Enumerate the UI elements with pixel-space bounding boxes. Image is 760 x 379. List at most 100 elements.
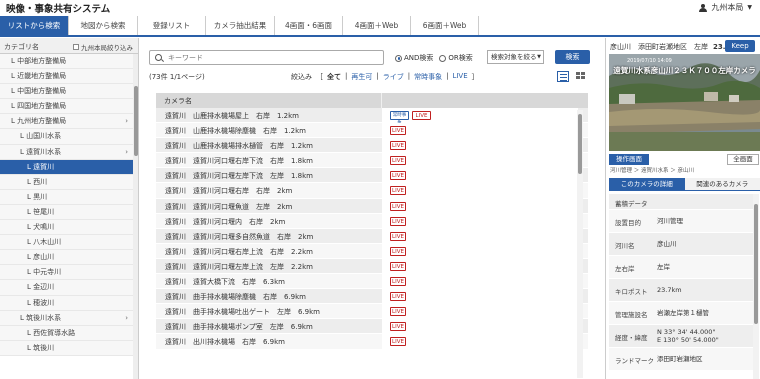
user-menu[interactable]: 九州本局 ▼ — [699, 2, 752, 13]
table-row[interactable]: 遠賀川 山鹿排水機場除塵機 右岸 1.2km LIVE — [156, 123, 588, 139]
camera-name[interactable]: 遠賀川 山鹿排水機場排水樋管 右岸 1.2km — [165, 141, 313, 151]
camera-name[interactable]: 遠賀川 遠賀川河口堰右岸 右岸 2km — [165, 186, 292, 196]
keyword-search-box[interactable] — [149, 50, 384, 65]
sidebar-item[interactable]: L 遠賀川 — [0, 159, 138, 175]
sidebar-item[interactable]: L 西川 — [0, 174, 138, 190]
sidebar-item[interactable]: L 八木山川 — [0, 235, 138, 251]
live-badge[interactable]: LIVE — [390, 322, 406, 332]
sidebar-item[interactable]: L 遠賀川水系 › — [0, 144, 138, 160]
camera-video[interactable]: 2019/07/10 14:09 遠賀川水系彦山川２３Ｋ７００左岸カメラ — [609, 54, 760, 151]
camera-name[interactable]: 遠賀川 曲手排水機場除塵機 右岸 6.9km — [165, 292, 306, 302]
table-row[interactable]: 遠賀川 遠賀川河口堰左岸上流 左岸 2.2km LIVE — [156, 258, 588, 275]
sidebar-item[interactable]: L 西佐賀導水路 — [0, 325, 138, 341]
kyushu-filter-checkbox[interactable]: 九州本局絞り込み — [73, 42, 133, 52]
table-row[interactable]: 遠賀川 遠賀川河口堰右岸下流 右岸 1.8km LIVE — [156, 153, 588, 169]
camera-name[interactable]: 遠賀川 山鹿排水機場屋上 右岸 1.2km — [165, 111, 299, 121]
tab-registered-list[interactable]: 登録リスト — [138, 16, 206, 35]
live-badge[interactable]: LIVE — [390, 186, 406, 196]
sidebar-item[interactable]: L 金辺川 — [0, 280, 138, 296]
sidebar-item[interactable]: L 中元寺川 — [0, 265, 138, 281]
sidebar-item[interactable]: L 四国地方整備局 — [0, 99, 138, 115]
live-badge[interactable]: LIVE — [390, 171, 406, 181]
live-badge[interactable]: LIVE — [390, 246, 406, 256]
grid-view-icon[interactable] — [575, 71, 587, 82]
chevron-right-icon[interactable]: › — [125, 145, 128, 160]
table-row[interactable]: 遠賀川 山鹿排水機場屋上 右岸 1.2km 常時事象LIVE — [156, 108, 588, 126]
keyword-input[interactable] — [168, 52, 378, 63]
camera-name[interactable]: 遠賀川 曲手排水機場吐出ゲート 左岸 6.9km — [165, 307, 320, 317]
checkbox-box[interactable] — [73, 44, 79, 50]
table-row[interactable]: 遠賀川 遠賀川河口堰左岸下流 左岸 1.8km LIVE — [156, 168, 588, 184]
live-badge[interactable]: LIVE — [390, 156, 406, 166]
camera-name[interactable]: 遠賀川 遠賀川河口堰魚道 左岸 2km — [165, 202, 292, 212]
live-badge[interactable]: LIVE — [390, 277, 406, 287]
keep-button[interactable]: Keep — [725, 40, 755, 52]
sidebar-item[interactable]: L 九州地方整備局 › — [0, 114, 138, 130]
table-row[interactable]: 遠賀川 遠賀川河口堰右岸 右岸 2km LIVE — [156, 183, 588, 199]
sidebar-item[interactable]: L 中国地方整備局 — [0, 84, 138, 100]
live-badge[interactable]: LIVE — [390, 141, 406, 151]
sidebar-item[interactable]: L 笹尾川 — [0, 204, 138, 221]
list-view-icon[interactable] — [557, 71, 569, 82]
live-badge[interactable]: LIVE — [412, 111, 431, 120]
camera-name[interactable]: 遠賀川 遠賀川河口堰内 右岸 2km — [165, 217, 285, 227]
sidebar-item[interactable]: L 穂波川 — [0, 295, 138, 311]
camera-name[interactable]: 遠賀川 遠賀川河口堰左岸下流 左岸 1.8km — [165, 171, 313, 181]
camera-name[interactable]: 遠賀川 遠賀川河口堰右岸上流 右岸 2.2km — [165, 247, 313, 257]
table-row[interactable]: 遠賀川 遠賀川河口堰多自然魚道 右岸 2km LIVE — [156, 228, 588, 244]
table-row[interactable]: 遠賀川 遠賀川河口堰魚道 左岸 2km LIVE — [156, 198, 588, 214]
camera-name[interactable]: 遠賀川 遠賀大橋下流 右岸 6.3km — [165, 277, 285, 287]
tab-camera-details[interactable]: このカメラの詳細 — [609, 178, 685, 190]
sidebar-item[interactable]: L 犬鳴川 — [0, 220, 138, 236]
camera-name[interactable]: 遠賀川 遠賀川河口堰右岸下流 右岸 1.8km — [165, 156, 313, 166]
tab-camera-results[interactable]: カメラ抽出結果 — [206, 16, 275, 35]
table-row[interactable]: 遠賀川 遠賀川河口堰右岸上流 右岸 2.2km LIVE — [156, 243, 588, 259]
camera-name[interactable]: 遠賀川 遠賀川河口堰多自然魚道 右岸 2km — [165, 232, 313, 242]
chevron-right-icon[interactable]: › — [125, 311, 128, 326]
camera-name[interactable]: 遠賀川 曲手排水機場ポンプ室 左岸 6.9km — [165, 322, 313, 332]
live-badge[interactable]: LIVE — [390, 337, 406, 347]
filter-playable[interactable]: 再生可 — [351, 72, 372, 82]
sidebar-item[interactable]: L 中部地方整備局 — [0, 54, 138, 70]
live-badge[interactable]: LIVE — [390, 231, 406, 241]
sidebar-item[interactable]: L 黒川 — [0, 189, 138, 205]
chevron-right-icon[interactable]: › — [125, 114, 128, 129]
details-scrollbar-thumb[interactable] — [754, 204, 758, 324]
camera-name[interactable]: 遠賀川 遠賀川河口堰左岸上流 左岸 2.2km — [165, 262, 313, 272]
tab-4-6-screens[interactable]: 4画面・6画面 — [275, 16, 343, 35]
live-badge[interactable]: LIVE — [390, 261, 406, 271]
constant-event-badge[interactable]: 常時事象 — [390, 111, 409, 126]
live-badge[interactable]: LIVE — [390, 216, 406, 226]
search-button[interactable]: 検索 — [555, 50, 590, 64]
live-badge[interactable]: LIVE — [390, 307, 406, 317]
tab-list-search[interactable]: リストから検索 — [0, 16, 69, 35]
table-row[interactable]: 遠賀川 曲手排水機場除塵機 右岸 6.9km LIVE — [156, 289, 588, 305]
filter-all[interactable]: 全て — [327, 72, 341, 82]
table-row[interactable]: 遠賀川 遠賀大橋下流 右岸 6.3km LIVE — [156, 274, 588, 290]
sidebar-item[interactable]: L 筑後川水系 › — [0, 310, 138, 326]
tab-related-cameras[interactable]: 関連のあるカメラ — [684, 178, 760, 190]
fullscreen-button[interactable]: 全画面 — [727, 154, 759, 165]
table-row[interactable]: 遠賀川 曲手排水機場吐出ゲート 左岸 6.9km LIVE — [156, 304, 588, 320]
live-badge[interactable]: LIVE — [390, 292, 406, 302]
camera-name[interactable]: 遠賀川 出川排水機場 右岸 6.9km — [165, 337, 285, 347]
sidebar-item[interactable]: L 近畿地方整備局 — [0, 69, 138, 85]
camera-name[interactable]: 遠賀川 山鹿排水機場除塵機 右岸 1.2km — [165, 126, 306, 136]
tab-6-screens-web[interactable]: 6画面＋Web — [411, 16, 479, 35]
table-scrollbar-thumb[interactable] — [578, 114, 582, 174]
tab-map-search[interactable]: 地図から検索 — [69, 16, 138, 35]
filter-live[interactable]: LIVE — [452, 72, 467, 82]
sidebar-item[interactable]: L 彦山川 — [0, 250, 138, 266]
table-row[interactable]: 遠賀川 山鹿排水機場排水樋管 右岸 1.2km LIVE — [156, 138, 588, 154]
search-target-select[interactable]: 検索対象を絞る ▼ — [487, 50, 544, 64]
filter-live-jp[interactable]: ライブ — [383, 72, 404, 82]
sidebar-item[interactable]: L 筑後川 — [0, 340, 138, 356]
sidebar-item[interactable]: L 山国川水系 — [0, 129, 138, 145]
live-badge[interactable]: LIVE — [390, 126, 406, 136]
and-search-radio[interactable]: AND検索 — [395, 53, 433, 63]
live-badge[interactable]: LIVE — [390, 201, 406, 211]
tab-4-screens-web[interactable]: 4画面＋Web — [343, 16, 411, 35]
table-row[interactable]: 遠賀川 遠賀川河口堰内 右岸 2km LIVE — [156, 213, 588, 229]
table-row[interactable]: 遠賀川 曲手排水機場ポンプ室 左岸 6.9km LIVE — [156, 319, 588, 335]
or-search-radio[interactable]: OR検索 — [439, 53, 473, 63]
